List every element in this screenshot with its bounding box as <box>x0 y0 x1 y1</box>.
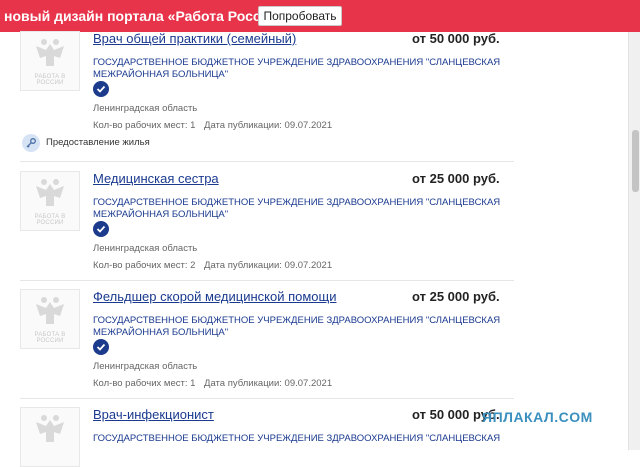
employer-name[interactable]: ГОСУДАРСТВЕННОЕ БЮДЖЕТНОЕ УЧРЕЖДЕНИЕ ЗДР… <box>93 433 513 445</box>
publish-date: Дата публикации: 09.07.2021 <box>204 260 333 271</box>
banner-text: новый дизайн портала «Работа России» <box>4 8 286 24</box>
promo-banner: новый дизайн портала «Работа России» Поп… <box>0 0 640 32</box>
logo-caption: РАБОТА В РОССИИ <box>34 214 66 226</box>
verified-badge <box>93 221 109 237</box>
vacancy-title-link[interactable]: Медицинская сестра <box>93 171 219 186</box>
try-button[interactable]: Попробовать <box>258 6 342 26</box>
vacancy-salary: от 50 000 руб. <box>412 31 500 46</box>
logo-caption: РАБОТА В РОССИИ <box>34 332 66 344</box>
workplaces-count: Кол-во рабочих мест: 1 <box>93 378 196 389</box>
employer-name[interactable]: ГОСУДАРСТВЕННОЕ БЮДЖЕТНОЕ УЧРЕЖДЕНИЕ ЗДР… <box>93 197 513 221</box>
check-icon <box>96 225 106 233</box>
vacancy-title-link[interactable]: Фельдшер скорой медицинской помощи <box>93 289 336 304</box>
employer-name[interactable]: ГОСУДАРСТВЕННОЕ БЮДЖЕТНОЕ УЧРЕЖДЕНИЕ ЗДР… <box>93 57 513 81</box>
verified-badge <box>93 81 109 97</box>
check-icon <box>96 343 106 351</box>
divider <box>20 161 514 162</box>
vacancy-salary: от 25 000 руб. <box>412 171 500 186</box>
publish-date: Дата публикации: 09.07.2021 <box>204 378 333 389</box>
check-icon <box>96 85 106 93</box>
eagle-emblem-icon <box>36 415 64 442</box>
divider <box>20 398 514 399</box>
vacancy-region: Ленинградская область <box>93 103 198 114</box>
eagle-emblem-icon <box>36 297 64 324</box>
employer-logo <box>20 407 80 467</box>
workplaces-count: Кол-во рабочих мест: 2 <box>93 260 196 271</box>
workplaces-count: Кол-во рабочих мест: 1 <box>93 120 196 131</box>
site-watermark: ЯПЛАКАЛ.COM <box>482 409 593 425</box>
vacancy-salary: от 25 000 руб. <box>412 289 500 304</box>
key-icon <box>22 134 40 152</box>
employer-logo: РАБОТА В РОССИИ <box>20 171 80 231</box>
housing-label: Предоставление жилья <box>46 137 150 148</box>
scrollbar-thumb[interactable] <box>632 130 639 192</box>
vacancy-region: Ленинградская область <box>93 243 198 254</box>
vacancy-meta: Кол-во рабочих мест: 2 Дата публикации: … <box>93 260 338 271</box>
vacancy-title-link[interactable]: Врач общей практики (семейный) <box>93 31 296 46</box>
employer-logo: РАБОТА В РОССИИ <box>20 289 80 349</box>
vacancy-meta: Кол-во рабочих мест: 1 Дата публикации: … <box>93 378 338 389</box>
vacancy-meta: Кол-во рабочих мест: 1 Дата публикации: … <box>93 120 338 131</box>
employer-name[interactable]: ГОСУДАРСТВЕННОЕ БЮДЖЕТНОЕ УЧРЕЖДЕНИЕ ЗДР… <box>93 315 513 339</box>
verified-badge <box>93 339 109 355</box>
eagle-emblem-icon <box>36 179 64 206</box>
scrollbar[interactable] <box>628 32 640 450</box>
publish-date: Дата публикации: 09.07.2021 <box>204 120 333 131</box>
vacancy-region: Ленинградская область <box>93 361 198 372</box>
eagle-emblem-icon <box>36 39 64 66</box>
divider <box>20 280 514 281</box>
logo-caption: РАБОТА В РОССИИ <box>34 74 66 86</box>
employer-logo: РАБОТА В РОССИИ <box>20 31 80 91</box>
vacancy-title-link[interactable]: Врач-инфекционист <box>93 407 214 422</box>
